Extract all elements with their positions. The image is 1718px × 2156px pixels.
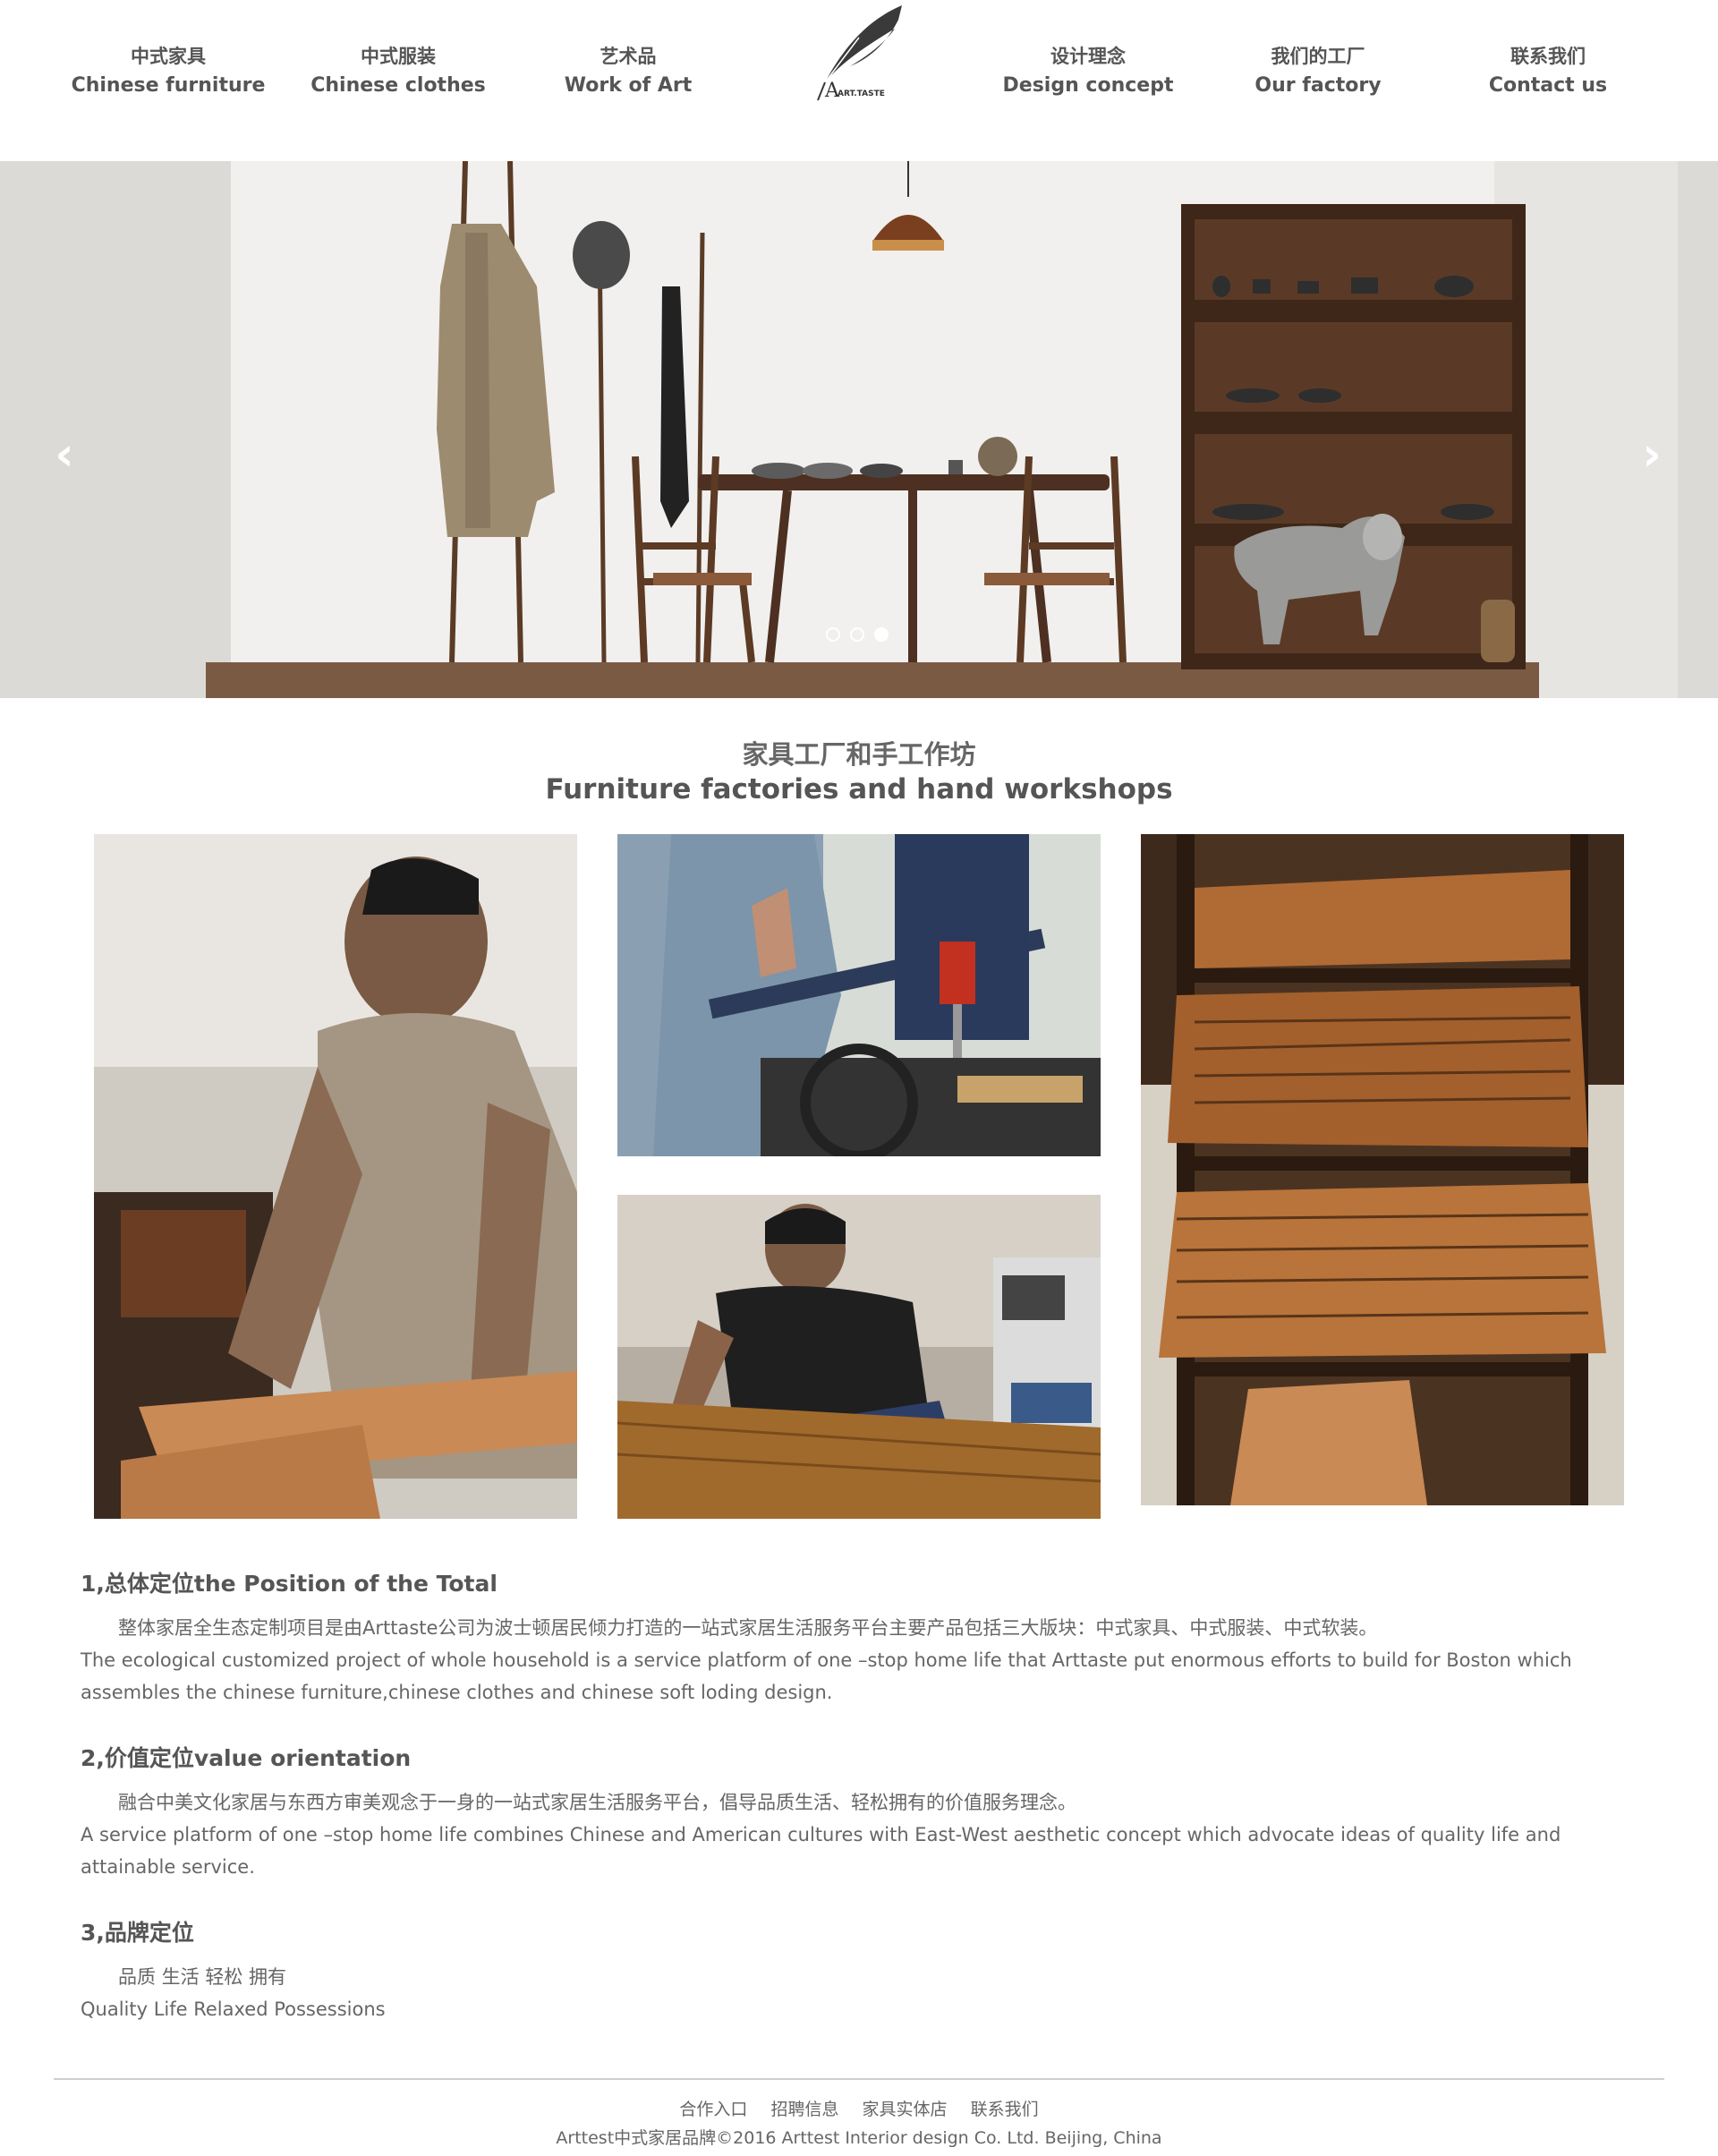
footer-links: 合作入口 招聘信息 家具实体店 联系我们 xyxy=(0,2096,1718,2123)
interior-scene-image xyxy=(0,161,1718,698)
article-body-cn: 整体家居全生态定制项目是由Arttaste公司为波士顿居民倾力打造的一站式家居生… xyxy=(118,1617,1378,1639)
footer-link-contact[interactable]: 联系我们 xyxy=(971,2100,1039,2119)
site-header: 中式家具 Chinese furniture 中式服装 Chinese clot… xyxy=(0,0,1718,161)
nav-label-cn: 联系我们 xyxy=(1510,46,1586,67)
carousel-prev-button[interactable]: ‹ xyxy=(47,428,82,481)
footer-link-stores[interactable]: 家具实体店 xyxy=(863,2100,948,2119)
article-body-en: The ecological customized project of who… xyxy=(81,1649,1572,1703)
article-total-position: 1,总体定位the Position of the Total 整体家居全生态定… xyxy=(81,1569,1637,1709)
footer-link-partnership[interactable]: 合作入口 xyxy=(679,2100,747,2119)
article-body-en: A service platform of one –stop home lif… xyxy=(81,1824,1561,1878)
nav-label-en: Design concept xyxy=(1002,74,1174,97)
nav-label-en: Work of Art xyxy=(564,74,693,97)
nav-label-en: Chinese clothes xyxy=(310,74,486,97)
nav-label-cn: 中式家具 xyxy=(131,46,206,67)
carousel-dot-1[interactable] xyxy=(826,627,840,642)
nav-label-cn: 设计理念 xyxy=(1050,46,1126,67)
section-title-en: Furniture factories and hand workshops xyxy=(545,773,1173,805)
nav-our-factory[interactable]: 我们的工厂 Our factory xyxy=(1202,43,1434,102)
nav-contact-us[interactable]: 联系我们 Contact us xyxy=(1432,43,1664,102)
nav-design-concept[interactable]: 设计理念 Design concept xyxy=(972,43,1204,102)
logo-text: ART.TASTE xyxy=(838,89,885,98)
photo-woodworker-kneeling xyxy=(617,1195,1101,1519)
article-value-orientation: 2,价值定位value orientation 融合中美文化家居与东西方审美观念… xyxy=(81,1743,1637,1883)
nav-label-cn: 艺术品 xyxy=(600,46,657,67)
nav-chinese-furniture[interactable]: 中式家具 Chinese furniture xyxy=(52,43,285,102)
nav-work-of-art[interactable]: 艺术品 Work of Art xyxy=(512,43,744,102)
section-heading: 家具工厂和手工作坊 Furniture factories and hand w… xyxy=(0,737,1718,807)
article-body-cn: 融合中美文化家居与东西方审美观念于一身的一站式家居生活服务平台，倡导品质生活、轻… xyxy=(118,1792,1076,1813)
chevron-left-icon: ‹ xyxy=(55,428,74,481)
section-title-cn: 家具工厂和手工作坊 xyxy=(742,739,976,770)
article-heading: 3,品牌定位 xyxy=(81,1920,194,1946)
hero-carousel: ‹ › xyxy=(0,161,1718,698)
nav-label-cn: 我们的工厂 xyxy=(1271,46,1365,67)
nav-label-en: Chinese furniture xyxy=(71,74,266,97)
nav-label-cn: 中式服装 xyxy=(361,46,436,67)
footer-divider xyxy=(54,2078,1664,2080)
feather-logo-icon: A ART.TASTE xyxy=(817,5,902,102)
carousel-dot-2[interactable] xyxy=(850,627,864,642)
article-brand-position: 3,品牌定位 品质 生活 轻松 拥有 Quality Life Relaxed … xyxy=(81,1918,1637,2025)
photo-craftsman-sawing xyxy=(94,834,577,1519)
nav-label-en: Our factory xyxy=(1254,74,1382,97)
chevron-right-icon: › xyxy=(1642,428,1662,481)
article-heading: 2,价值定位value orientation xyxy=(81,1745,412,1771)
carousel-dot-3[interactable] xyxy=(874,627,889,642)
article-heading: 1,总体定位the Position of the Total xyxy=(81,1571,498,1597)
photo-lumber-rack xyxy=(1141,834,1624,1505)
nav-label-en: Contact us xyxy=(1488,74,1608,97)
photo-drill-press xyxy=(617,834,1101,1156)
footer-copyright: Arttest中式家居品牌©2016 Arttest Interior desi… xyxy=(556,2128,1162,2148)
carousel-next-button[interactable]: › xyxy=(1634,428,1670,481)
article-body-en: Quality Life Relaxed Possessions xyxy=(81,1998,386,2020)
nav-chinese-clothes[interactable]: 中式服装 Chinese clothes xyxy=(282,43,515,102)
footer-link-recruitment[interactable]: 招聘信息 xyxy=(770,2100,838,2119)
article-body-cn: 品质 生活 轻松 拥有 xyxy=(118,1966,287,1988)
carousel-dots xyxy=(826,627,889,642)
site-logo[interactable]: A ART.TASTE xyxy=(805,0,913,107)
